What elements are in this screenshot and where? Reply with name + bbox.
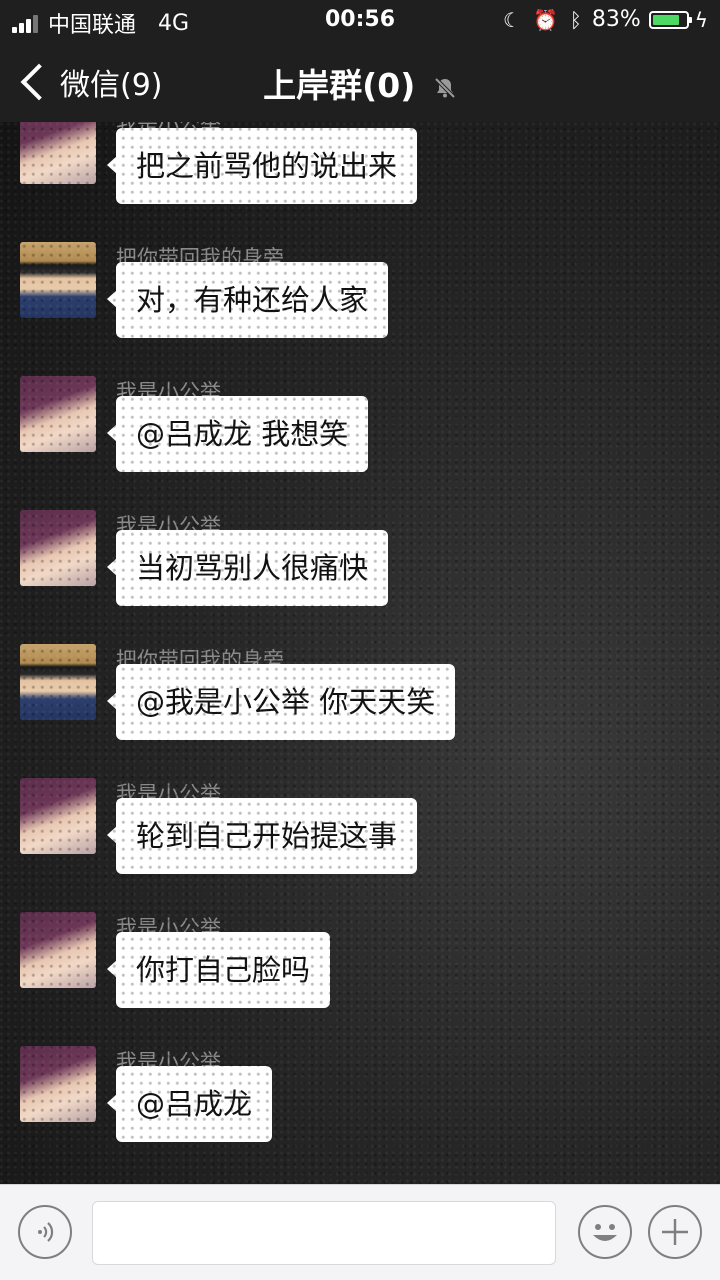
message-row: 我是小公举 @吕成龙: [0, 1046, 720, 1166]
bluetooth-icon: ᛒ: [569, 7, 582, 32]
voice-icon: [38, 1222, 54, 1242]
chat-title-container: 上岸群(0): [0, 59, 720, 107]
mute-icon: [434, 77, 456, 98]
alarm-icon: ⏰: [532, 7, 558, 32]
avatar[interactable]: [20, 376, 96, 452]
avatar[interactable]: [20, 912, 96, 988]
avatar[interactable]: [20, 1046, 96, 1122]
message-row: 我是小公举 @吕成龙 我想笑: [0, 376, 720, 496]
emoji-button[interactable]: [578, 1205, 632, 1259]
battery-icon: [648, 10, 692, 29]
message-bubble[interactable]: 你打自己脸吗: [106, 932, 331, 1008]
chat-area[interactable]: 我是小公举 把之前骂他的说出来 把你带回我的身旁 对，有种还给人家 我是小公举 …: [0, 122, 720, 1184]
avatar[interactable]: [20, 778, 96, 854]
message-row: 我是小公举 轮到自己开始提这事: [0, 778, 720, 898]
chat-title: 上岸群(0): [263, 66, 416, 105]
plus-button[interactable]: [648, 1205, 702, 1259]
avatar[interactable]: [20, 242, 96, 318]
status-bar: 中国联通 4G 00:56 ☾ ⏰ ᛒ 83% ϟ: [0, 0, 720, 42]
avatar[interactable]: [20, 122, 96, 184]
battery-fill: [652, 14, 680, 25]
charging-icon: ϟ: [694, 7, 708, 32]
message-bubble[interactable]: @吕成龙 我想笑: [106, 396, 369, 472]
message-bubble[interactable]: 当初骂别人很痛快: [106, 530, 389, 606]
message-row: 把你带回我的身旁 对，有种还给人家: [0, 242, 720, 362]
message-bubble[interactable]: 把之前骂他的说出来: [106, 128, 418, 204]
message-bubble[interactable]: 轮到自己开始提这事: [106, 798, 418, 874]
nav-bar: 微信(9) 上岸群(0): [0, 42, 720, 122]
voice-button[interactable]: [18, 1205, 72, 1259]
message-bubble[interactable]: @吕成龙: [106, 1066, 273, 1142]
plus-icon: [662, 1219, 688, 1245]
moon-icon: ☾: [503, 7, 521, 32]
avatar[interactable]: [20, 510, 96, 586]
message-input[interactable]: [92, 1201, 556, 1265]
avatar[interactable]: [20, 644, 96, 720]
status-right: ☾ ⏰ ᛒ 83% ϟ: [491, 7, 708, 32]
message-row: 我是小公举 你打自己脸吗: [0, 912, 720, 1032]
chat-screen: 中国联通 4G 00:56 ☾ ⏰ ᛒ 83% ϟ 微信(9) 上岸群(0) 把…: [0, 0, 720, 1280]
message-row: 我是小公举 当初骂别人很痛快: [0, 510, 720, 630]
battery-nub: [688, 16, 692, 23]
message-row: 把你带回我的身旁 @我是小公举 你天天笑: [0, 644, 720, 764]
message-row: 我是小公举 把之前骂他的说出来: [0, 122, 720, 228]
battery-percent: 83%: [591, 7, 641, 32]
emoji-icon: [593, 1224, 617, 1241]
message-bubble[interactable]: 对，有种还给人家: [106, 262, 389, 338]
input-bar: [0, 1184, 720, 1280]
message-bubble[interactable]: @我是小公举 你天天笑: [106, 664, 456, 740]
